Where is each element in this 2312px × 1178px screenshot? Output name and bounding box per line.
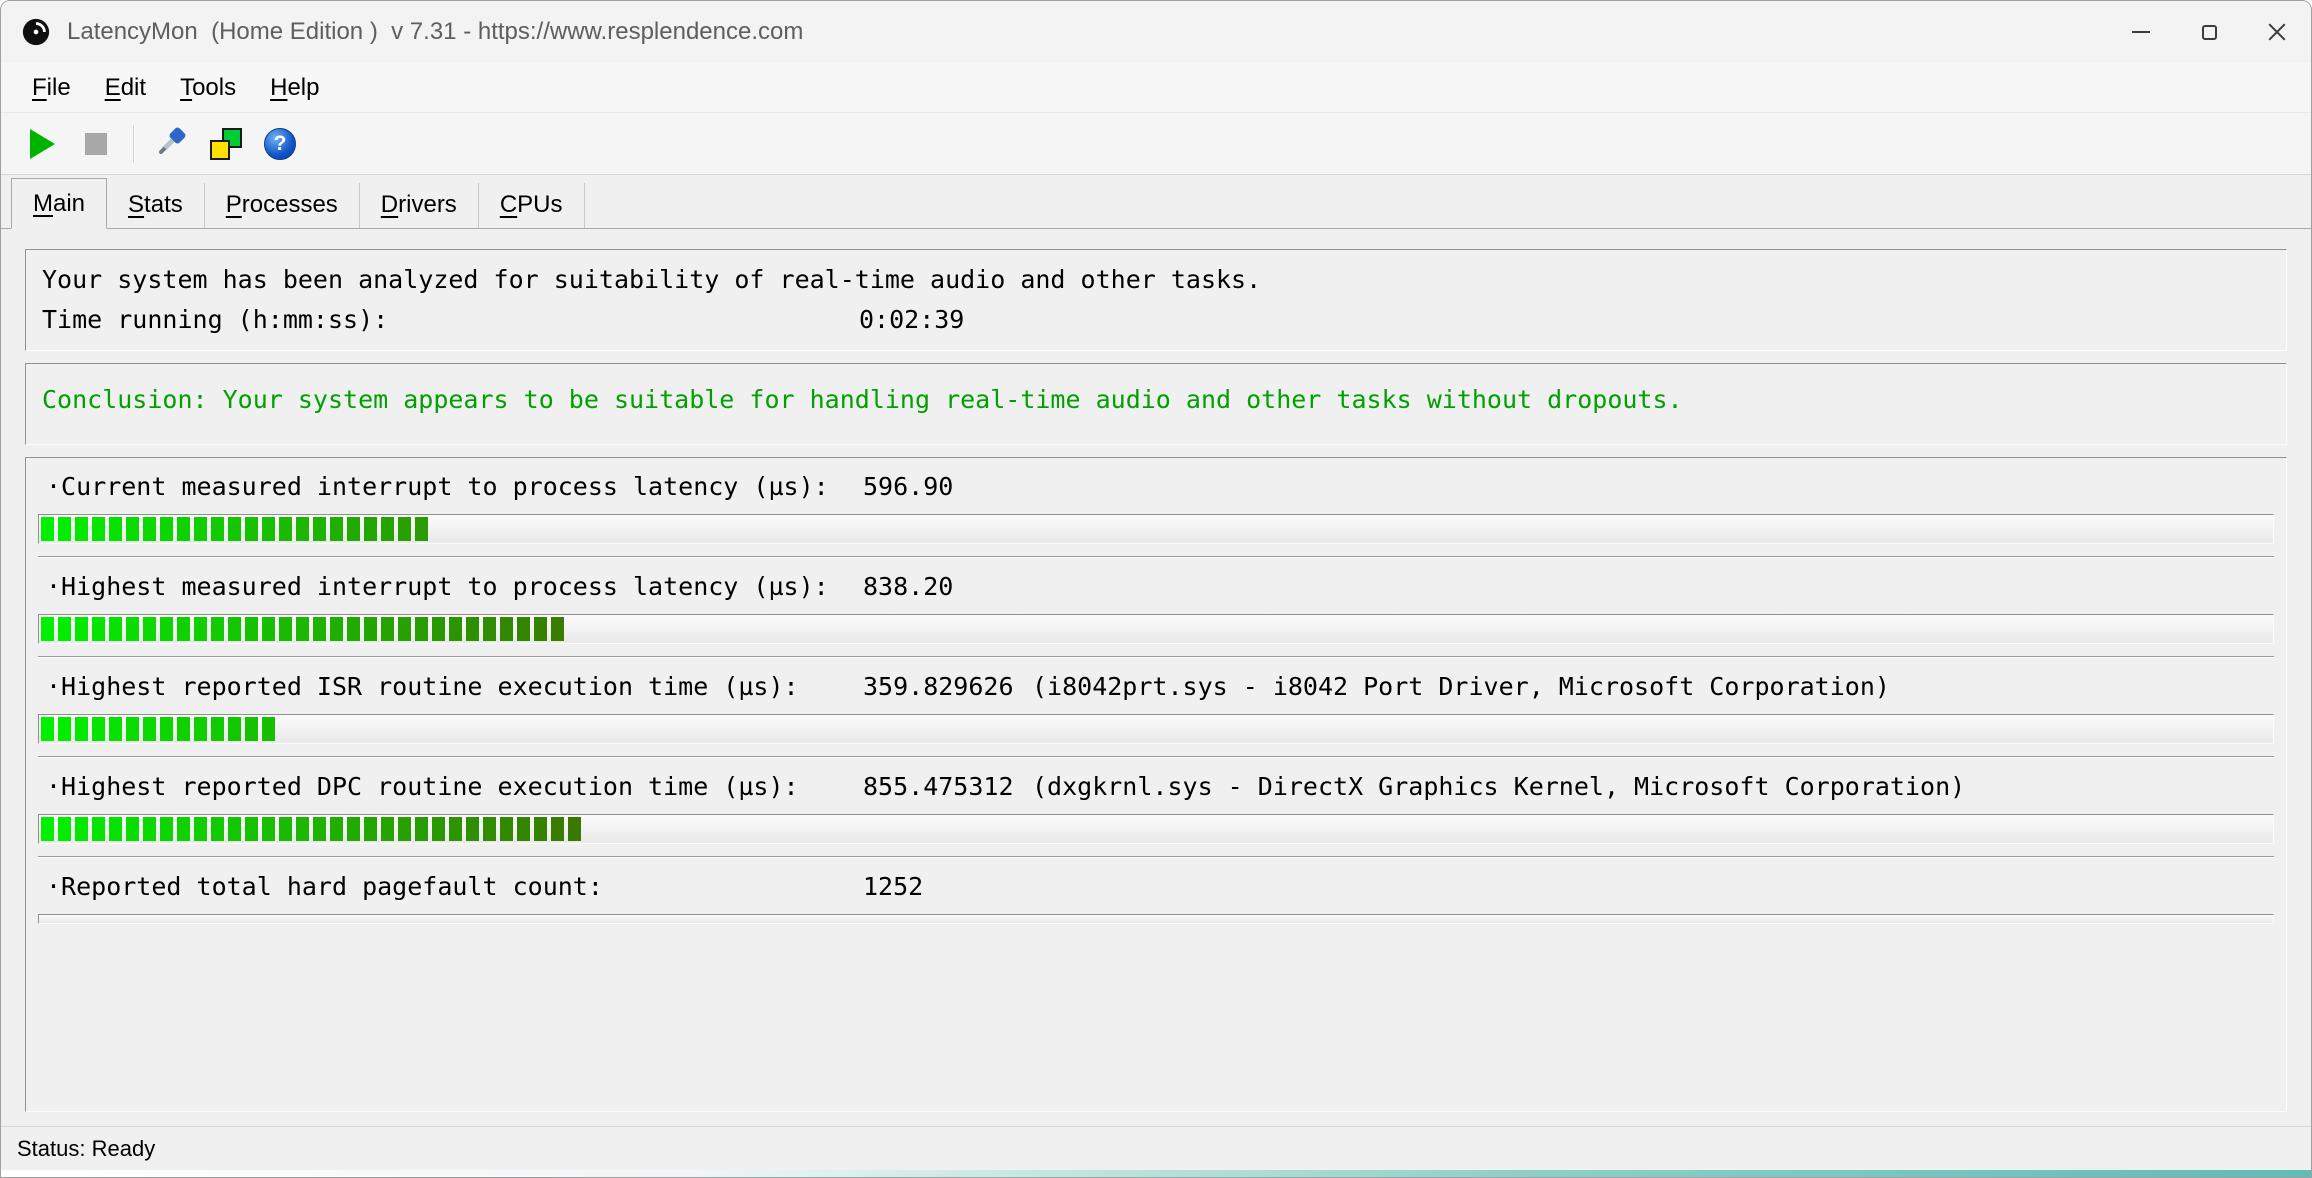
close-button[interactable] bbox=[2243, 1, 2311, 63]
menu-bar: File Edit Tools Help bbox=[1, 63, 2311, 113]
analysis-panel: Your system has been analyzed for suitab… bbox=[25, 249, 2287, 351]
menu-file[interactable]: File bbox=[15, 68, 88, 108]
conclusion-panel: Conclusion: Your system appears to be su… bbox=[25, 363, 2287, 445]
tab-processes[interactable]: Processes bbox=[205, 183, 360, 228]
help-button[interactable]: ? bbox=[253, 119, 307, 169]
metric-value: 1252 bbox=[863, 868, 1032, 906]
metric-value: 838.20 bbox=[863, 568, 1032, 606]
status-bar: Status: Ready bbox=[1, 1126, 2311, 1170]
help-icon: ? bbox=[264, 128, 296, 160]
options-button[interactable] bbox=[145, 119, 199, 169]
metric-label: ·Reported total hard pagefault count: bbox=[46, 868, 863, 906]
screwdriver-icon bbox=[156, 125, 188, 162]
status-text: Status: Ready bbox=[17, 1136, 155, 1162]
title-bar: LatencyMon (Home Edition ) v 7.31 - http… bbox=[1, 1, 2311, 63]
metric-detail: (i8042prt.sys - i8042 Port Driver, Micro… bbox=[1032, 668, 1890, 706]
metric-row-isr-time: ·Highest reported ISR routine execution … bbox=[38, 668, 2274, 758]
stop-monitor-button[interactable] bbox=[69, 119, 123, 169]
tab-strip: Main Stats Processes Drivers CPUs bbox=[1, 175, 2311, 229]
tab-cpus[interactable]: CPUs bbox=[479, 183, 585, 228]
metric-row-dpc-time: ·Highest reported DPC routine execution … bbox=[38, 768, 2274, 858]
minimize-icon bbox=[2132, 31, 2150, 33]
maximize-button[interactable] bbox=[2175, 1, 2243, 63]
menu-tools[interactable]: Tools bbox=[163, 68, 253, 108]
time-running-value: 0:02:39 bbox=[859, 300, 964, 340]
latencymon-window: LatencyMon (Home Edition ) v 7.31 - http… bbox=[0, 0, 2312, 1178]
metric-detail: (dxgkrnl.sys - DirectX Graphics Kernel, … bbox=[1032, 768, 1965, 806]
menu-help[interactable]: Help bbox=[253, 68, 336, 108]
latencymon-logo-icon bbox=[21, 17, 51, 47]
metric-label: ·Current measured interrupt to process l… bbox=[46, 468, 863, 506]
maximize-icon bbox=[2202, 25, 2217, 40]
metric-value: 359.829626 bbox=[863, 668, 1032, 706]
window-title: LatencyMon (Home Edition ) v 7.31 - http… bbox=[67, 18, 803, 46]
cascade-windows-icon bbox=[210, 128, 242, 160]
metric-label: ·Highest measured interrupt to process l… bbox=[46, 568, 863, 606]
close-icon bbox=[2266, 21, 2288, 43]
tab-main[interactable]: Main bbox=[11, 178, 107, 229]
latency-bar bbox=[38, 614, 2274, 644]
metric-value: 855.475312 bbox=[863, 768, 1032, 806]
analysis-headline: Your system has been analyzed for suitab… bbox=[42, 260, 2270, 300]
latency-bar bbox=[38, 714, 2274, 744]
start-monitor-button[interactable] bbox=[15, 119, 69, 169]
toolbar-separator bbox=[133, 125, 135, 163]
minimize-button[interactable] bbox=[2107, 1, 2175, 63]
metric-label: ·Highest reported DPC routine execution … bbox=[46, 768, 863, 806]
stop-icon bbox=[85, 133, 107, 155]
metric-label: ·Highest reported ISR routine execution … bbox=[46, 668, 863, 706]
time-running-label: Time running (h:mm:ss): bbox=[42, 300, 859, 340]
metrics-panel: ·Current measured interrupt to process l… bbox=[25, 457, 2287, 1112]
metric-row-highest-latency: ·Highest measured interrupt to process l… bbox=[38, 568, 2274, 658]
row-separator bbox=[38, 556, 2274, 558]
tab-stats[interactable]: Stats bbox=[107, 183, 205, 228]
toolbar: ? bbox=[1, 113, 2311, 175]
latency-bar bbox=[38, 514, 2274, 544]
metric-row-pagefaults: ·Reported total hard pagefault count: 12… bbox=[38, 868, 2274, 924]
latency-bar bbox=[38, 814, 2274, 844]
report-windows-button[interactable] bbox=[199, 119, 253, 169]
window-controls bbox=[2107, 1, 2311, 63]
row-separator bbox=[38, 656, 2274, 658]
conclusion-text: Conclusion: Your system appears to be su… bbox=[42, 374, 2270, 434]
pagefault-bar bbox=[38, 914, 2274, 924]
play-icon bbox=[30, 129, 55, 159]
window-bottom-edge bbox=[1, 1170, 2311, 1177]
main-content: Your system has been analyzed for suitab… bbox=[1, 229, 2311, 1112]
menu-edit[interactable]: Edit bbox=[88, 68, 163, 108]
row-separator bbox=[38, 756, 2274, 758]
metric-row-current-latency: ·Current measured interrupt to process l… bbox=[38, 468, 2274, 558]
row-separator bbox=[38, 856, 2274, 858]
metric-value: 596.90 bbox=[863, 468, 1032, 506]
tab-drivers[interactable]: Drivers bbox=[360, 183, 479, 228]
